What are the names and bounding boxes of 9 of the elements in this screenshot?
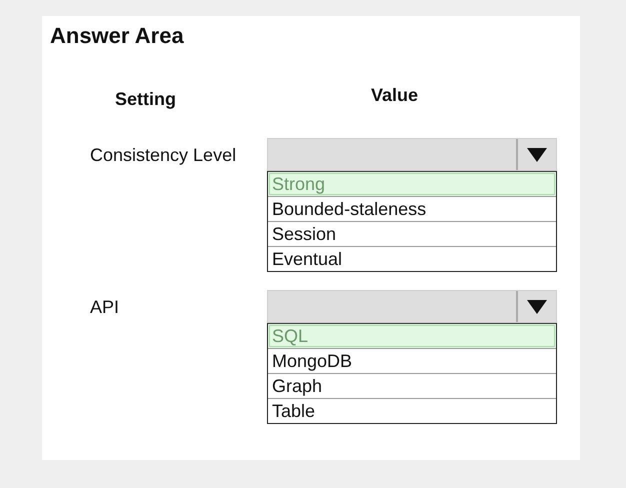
answer-area-title: Answer Area <box>50 22 185 50</box>
dropdown-arrow-icon[interactable] <box>526 298 548 314</box>
setting-label: Consistency Level <box>89 144 236 167</box>
dropdown-arrow-icon[interactable] <box>526 146 548 162</box>
value-header: Value <box>370 84 420 106</box>
setting-label: API <box>89 296 120 318</box>
dropdown-option[interactable]: MongoDB <box>268 348 556 373</box>
dropdown-option[interactable]: Graph <box>268 373 556 398</box>
setting-header: Setting <box>114 88 177 110</box>
